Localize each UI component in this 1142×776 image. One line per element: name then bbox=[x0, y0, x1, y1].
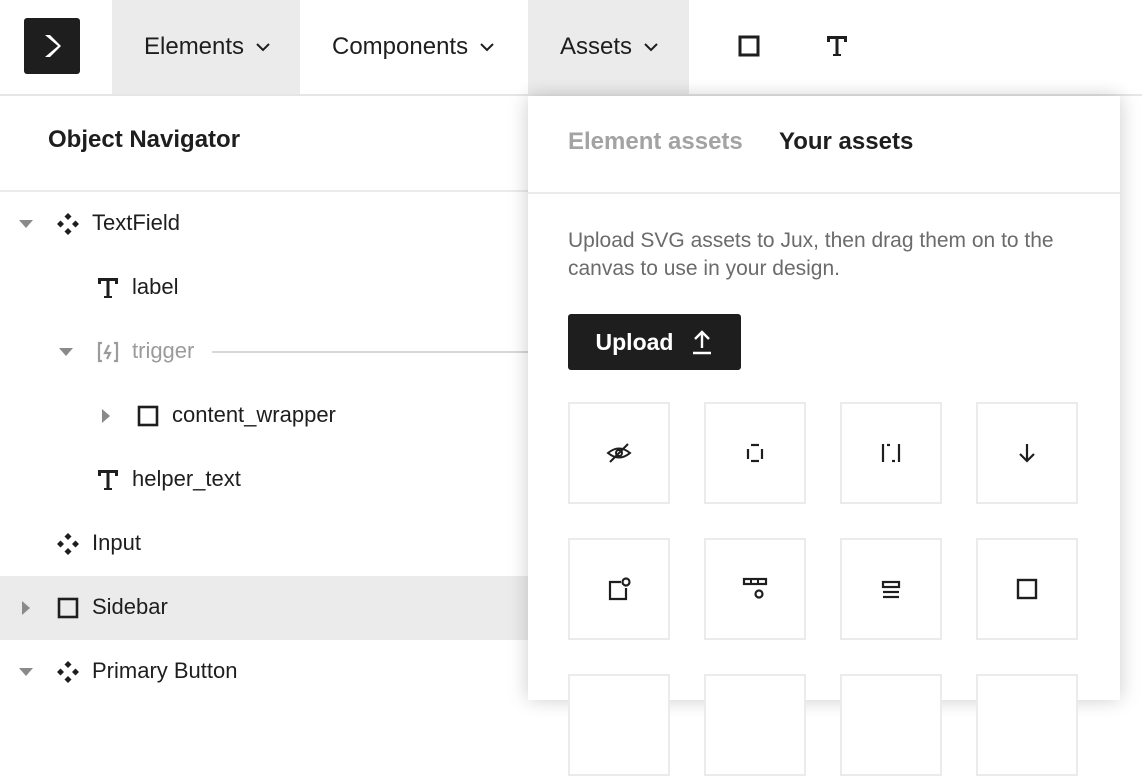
tree-row-sidebar[interactable]: Sidebar bbox=[0, 576, 528, 640]
tree-row-label: trigger bbox=[132, 338, 195, 363]
asset-tile[interactable] bbox=[840, 674, 942, 776]
tree-row-helper-text[interactable]: helper_text bbox=[0, 448, 528, 512]
tree-row-label: TextField bbox=[92, 210, 181, 235]
component-dots-icon bbox=[742, 577, 768, 599]
chevron-down-icon bbox=[256, 43, 270, 52]
assets-panel: Element assets Your assets Upload SVG as… bbox=[528, 96, 1120, 776]
asset-tile[interactable] bbox=[976, 538, 1078, 640]
upload-button[interactable]: Upload bbox=[568, 314, 741, 370]
text-icon bbox=[98, 470, 118, 490]
tree-row-label: content_wrapper bbox=[172, 402, 336, 427]
components-menu[interactable]: Components bbox=[300, 0, 528, 94]
assets-menu-label: Assets bbox=[560, 33, 633, 60]
align-center-icon bbox=[881, 580, 901, 599]
asset-tile[interactable] bbox=[568, 674, 670, 776]
assets-description: Upload SVG assets to Jux, then drag them… bbox=[568, 229, 1054, 280]
tree-row-input[interactable]: Input bbox=[0, 512, 528, 576]
trigger-icon bbox=[97, 341, 119, 363]
square-icon bbox=[738, 35, 760, 57]
tree-row-textfield[interactable]: TextField bbox=[0, 192, 528, 256]
elements-menu-label: Elements bbox=[144, 33, 245, 60]
asset-tile[interactable] bbox=[976, 402, 1078, 504]
upload-button-label: Upload bbox=[595, 328, 674, 355]
asset-tile[interactable] bbox=[568, 402, 670, 504]
caret-down-icon[interactable] bbox=[18, 216, 34, 232]
tree-row-primary-button[interactable]: Primary Button bbox=[0, 640, 528, 704]
asset-tile[interactable] bbox=[704, 674, 806, 776]
frame-icon bbox=[57, 597, 79, 619]
caret-right-icon[interactable] bbox=[98, 408, 114, 424]
tree-row-label-text[interactable]: label bbox=[0, 256, 528, 320]
square-icon bbox=[1016, 578, 1038, 600]
elements-menu[interactable]: Elements bbox=[112, 0, 300, 94]
frame-corners-icon bbox=[746, 443, 764, 463]
frame-badge-icon bbox=[608, 577, 631, 601]
text-tool-button[interactable] bbox=[823, 32, 851, 60]
text-icon bbox=[98, 278, 118, 298]
asset-tile[interactable] bbox=[840, 402, 942, 504]
tree-row-label: Primary Button bbox=[92, 658, 238, 683]
asset-tile[interactable] bbox=[976, 674, 1078, 776]
text-icon bbox=[827, 36, 847, 56]
chevron-down-icon bbox=[644, 43, 658, 52]
asset-tile[interactable] bbox=[704, 538, 806, 640]
frame-icon bbox=[137, 405, 159, 427]
component-icon bbox=[57, 661, 79, 683]
frame-tool-button[interactable] bbox=[735, 32, 763, 60]
components-menu-label: Components bbox=[332, 33, 469, 60]
tree-row-label: Sidebar bbox=[92, 594, 168, 619]
navigator-title: Object Navigator bbox=[48, 126, 241, 153]
caret-down-icon[interactable] bbox=[58, 344, 74, 360]
tree-row-label: Input bbox=[92, 530, 141, 555]
frame-sides-icon bbox=[881, 443, 901, 463]
tab-element-assets[interactable]: Element assets bbox=[568, 128, 743, 156]
tree-row-label: helper_text bbox=[132, 466, 241, 491]
tree-row-label: label bbox=[132, 274, 179, 299]
chevron-down-icon bbox=[480, 43, 494, 52]
caret-right-icon[interactable] bbox=[18, 600, 34, 616]
trigger-guide-line bbox=[212, 351, 528, 353]
component-icon bbox=[57, 533, 79, 555]
caret-down-icon[interactable] bbox=[18, 664, 34, 680]
tree-row-content-wrapper[interactable]: content_wrapper bbox=[0, 384, 528, 448]
chevron-right-logo-icon bbox=[45, 35, 61, 57]
arrow-down-icon bbox=[1019, 444, 1035, 463]
asset-tile[interactable] bbox=[704, 402, 806, 504]
jux-logo-button[interactable] bbox=[24, 18, 80, 74]
panel-divider bbox=[528, 192, 1120, 194]
upload-icon bbox=[693, 330, 712, 355]
tree-row-trigger[interactable]: trigger bbox=[0, 320, 528, 384]
assets-menu[interactable]: Assets bbox=[528, 0, 689, 94]
eye-off-icon bbox=[606, 443, 632, 463]
asset-tile[interactable] bbox=[568, 538, 670, 640]
tab-your-assets[interactable]: Your assets bbox=[779, 128, 913, 156]
component-icon bbox=[57, 213, 79, 235]
asset-tile[interactable] bbox=[840, 538, 942, 640]
